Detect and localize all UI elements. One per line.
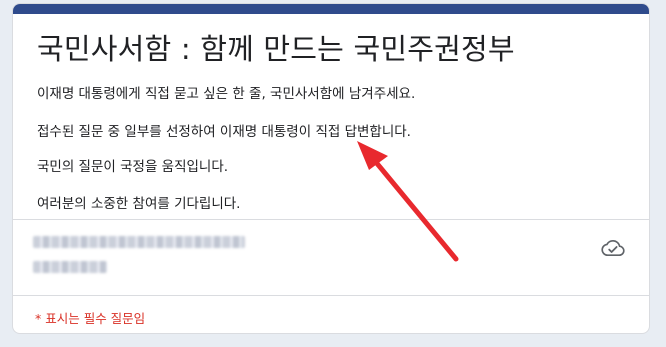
blurred-account-email [33,236,245,248]
form-theme-bar [13,4,649,14]
form-title: 국민사서함 : 함께 만드는 국민주권정부 [37,32,515,66]
form-description-line-3: 국민의 질문이 국정을 움직입니다. [37,159,229,175]
form-header-card: 국민사서함 : 함께 만드는 국민주권정부 이재명 대통령에게 직접 묻고 싶은… [12,3,650,334]
form-description-line-2: 접수된 질문 중 일부를 선정하여 이재명 대통령이 직접 답변합니다. [37,124,411,140]
divider [13,219,649,220]
required-questions-note: * 표시는 필수 질문임 [35,311,146,326]
blurred-account-status [33,261,107,273]
form-description-line-4: 여러분의 소중한 참여를 기다립니다. [37,196,241,212]
cloud-check-icon[interactable] [601,236,625,260]
form-description-line-1: 이재명 대통령에게 직접 묻고 싶은 한 줄, 국민사서함에 남겨주세요. [37,86,416,102]
divider [13,295,649,296]
